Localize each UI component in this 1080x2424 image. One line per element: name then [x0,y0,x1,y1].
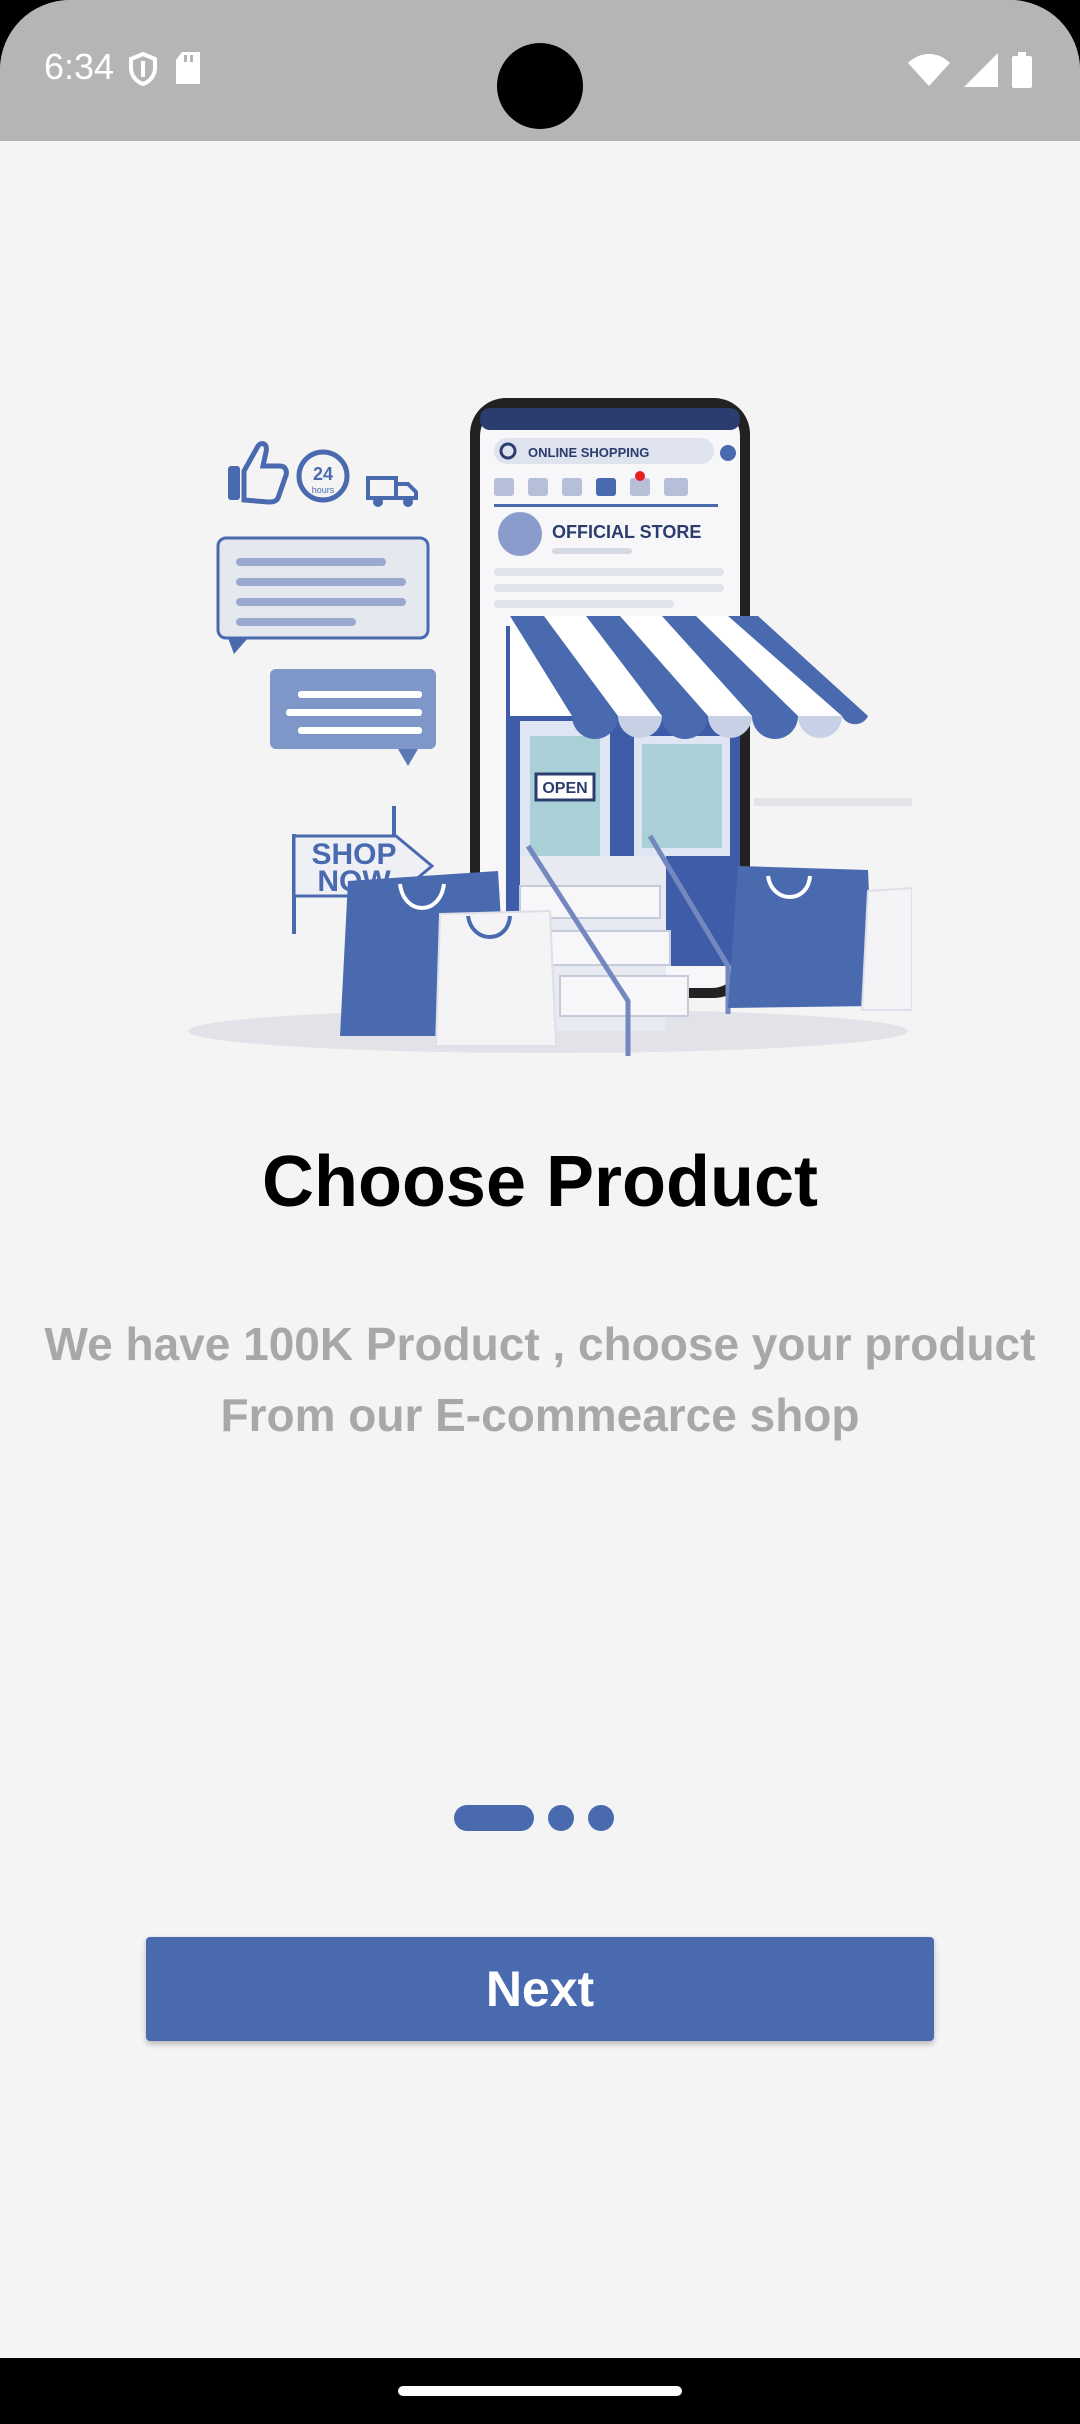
battery-icon [1012,52,1032,93]
shield-icon [128,51,158,91]
chat-bubble-2 [270,669,436,766]
svg-text:24: 24 [313,464,333,484]
onboarding-page: 24 hours SHOP ONLINE SHOPPING OFFICIAL S… [0,141,1080,2358]
status-icons-left [128,51,202,91]
status-time: 6:34 [44,46,115,87]
svg-text:ONLINE SHOPPING: ONLINE SHOPPING [528,445,649,460]
shopping-illustration: 24 hours SHOP ONLINE SHOPPING OFFICIAL S… [188,398,912,1056]
signal-icon [964,53,998,92]
page-title: Choose Product [261,1142,819,1222]
page-indicator-dot [548,1805,574,1831]
next-button[interactable]: Next [146,1937,934,2041]
status-bar: 6:34 [0,0,1080,141]
sd-card-icon [174,52,202,91]
status-icons-right [908,52,1032,93]
front-camera [497,43,583,129]
page-indicator [454,1805,614,1831]
svg-text:OPEN: OPEN [542,780,587,797]
white-box [754,798,912,866]
screen: 6:34 24 hours SHOP ONLINE SHOPPING OFFIC… [0,0,1080,2424]
home-indicator[interactable] [398,2386,682,2396]
page-indicator-dot-active [454,1805,534,1831]
thumbs-up-icon [228,441,289,505]
24-hours-icon: 24 hours [296,449,350,503]
description-line-1: We have 100K Product , choose your produ… [44,1318,1036,1370]
svg-text:hours: hours [312,485,335,495]
page-description: We have 100K Product , choose your produ… [40,1309,1040,1451]
description-line-2: From our E-commearce shop [220,1389,860,1441]
delivery-truck-icon [366,476,418,507]
wifi-icon [908,54,950,91]
svg-text:OFFICIAL STORE: OFFICIAL STORE [552,522,701,542]
page-indicator-dot [588,1805,614,1831]
chat-bubble-1 [216,536,430,654]
